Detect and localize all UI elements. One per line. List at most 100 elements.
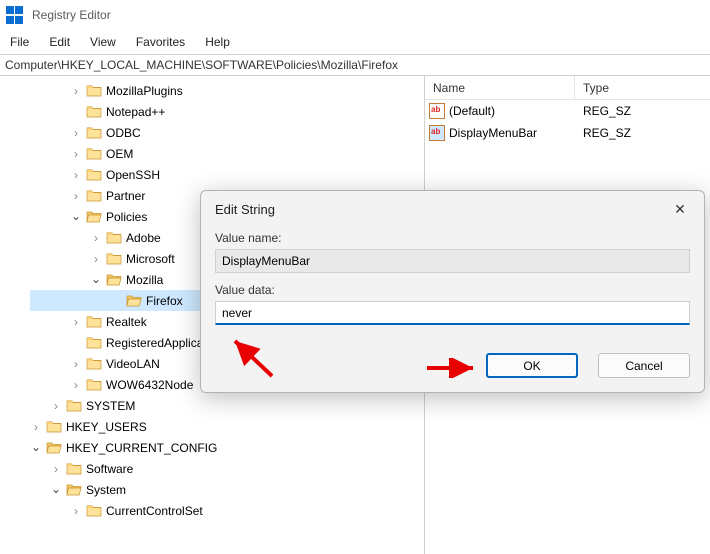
folder-icon	[66, 482, 82, 498]
tree-node-label: OEM	[106, 147, 133, 161]
tree-node-label: WOW6432Node	[106, 378, 193, 392]
folder-icon	[106, 251, 122, 267]
expand-icon[interactable]	[70, 190, 82, 202]
tree-node-label: Adobe	[126, 231, 161, 245]
list-rows: (Default)REG_SZDisplayMenuBarREG_SZ	[425, 100, 710, 144]
expand-icon[interactable]	[30, 421, 42, 433]
tree-node-label: SYSTEM	[86, 399, 135, 413]
tree-node-label: OpenSSH	[106, 168, 160, 182]
tree-node-odbc[interactable]: ODBC	[30, 122, 424, 143]
expand-icon[interactable]	[70, 316, 82, 328]
folder-icon	[106, 230, 122, 246]
col-type[interactable]: Type	[575, 81, 710, 95]
expand-icon[interactable]	[70, 358, 82, 370]
expand-icon[interactable]	[50, 400, 62, 412]
tree-node-label: CurrentControlSet	[106, 504, 203, 518]
address-text: Computer\HKEY_LOCAL_MACHINE\SOFTWARE\Pol…	[5, 58, 398, 72]
dialog-titlebar: Edit String ✕	[201, 191, 704, 227]
app-title: Registry Editor	[32, 8, 111, 22]
menu-edit[interactable]: Edit	[49, 35, 70, 49]
expand-icon[interactable]	[70, 148, 82, 160]
tree-node-label: Mozilla	[126, 273, 163, 287]
value-name-field: DisplayMenuBar	[215, 249, 690, 273]
menu-view[interactable]: View	[90, 35, 116, 49]
tree-node-label: HKEY_USERS	[66, 420, 147, 434]
tree-node-mozillaplugins[interactable]: MozillaPlugins	[30, 80, 424, 101]
folder-icon	[126, 293, 142, 309]
tree-node-label: Partner	[106, 189, 145, 203]
dialog-body: Value name: DisplayMenuBar Value data: n…	[201, 227, 704, 353]
folder-icon	[86, 146, 102, 162]
folder-icon	[86, 356, 102, 372]
menu-favorites[interactable]: Favorites	[136, 35, 185, 49]
tree-node-label: ODBC	[106, 126, 141, 140]
menu-help[interactable]: Help	[205, 35, 230, 49]
expand-icon	[70, 337, 82, 349]
value-data-field[interactable]: never	[215, 301, 690, 325]
folder-icon	[86, 335, 102, 351]
expand-icon[interactable]	[70, 169, 82, 181]
cancel-button[interactable]: Cancel	[598, 353, 690, 378]
col-name[interactable]: Name	[425, 76, 575, 99]
list-row[interactable]: (Default) REG_SZ	[425, 100, 710, 122]
tree-node-hkey-users[interactable]: HKEY_USERS	[30, 416, 424, 437]
expand-icon[interactable]	[90, 253, 102, 265]
expand-icon[interactable]	[70, 211, 82, 223]
titlebar: Registry Editor	[0, 0, 710, 30]
close-icon[interactable]: ✕	[670, 199, 690, 219]
value-name-text: DisplayMenuBar	[222, 254, 310, 268]
tree-node-label: Microsoft	[126, 252, 175, 266]
expand-icon[interactable]	[30, 442, 42, 454]
expand-icon[interactable]	[90, 274, 102, 286]
tree-node-label: MozillaPlugins	[106, 84, 183, 98]
menubar: File Edit View Favorites Help	[0, 30, 710, 54]
folder-icon	[86, 167, 102, 183]
tree-node-currentcontrolset[interactable]: CurrentControlSet	[30, 500, 424, 521]
dialog-title-text: Edit String	[215, 202, 275, 217]
tree-node-label: HKEY_CURRENT_CONFIG	[66, 441, 217, 455]
value-data-label: Value data:	[215, 283, 690, 297]
expand-icon	[110, 295, 122, 307]
ok-button[interactable]: OK	[486, 353, 578, 378]
menu-file[interactable]: File	[10, 35, 29, 49]
expand-icon	[70, 106, 82, 118]
tree-node-label: System	[86, 483, 126, 497]
address-bar[interactable]: Computer\HKEY_LOCAL_MACHINE\SOFTWARE\Pol…	[0, 54, 710, 76]
expand-icon[interactable]	[70, 127, 82, 139]
value-type: REG_SZ	[575, 104, 710, 118]
tree-node-system[interactable]: SYSTEM	[30, 395, 424, 416]
value-type: REG_SZ	[575, 126, 710, 140]
regedit-icon	[6, 6, 24, 24]
folder-icon	[86, 209, 102, 225]
value-name: (Default)	[449, 104, 495, 118]
edit-string-dialog: Edit String ✕ Value name: DisplayMenuBar…	[200, 190, 705, 393]
folder-icon	[86, 188, 102, 204]
reg-string-icon	[429, 125, 445, 141]
expand-icon[interactable]	[50, 463, 62, 475]
list-header: Name Type	[425, 76, 710, 100]
folder-icon	[86, 83, 102, 99]
expand-icon[interactable]	[70, 379, 82, 391]
tree-node-notepad-[interactable]: Notepad++	[30, 101, 424, 122]
tree-node-hkey-current-config[interactable]: HKEY_CURRENT_CONFIG	[30, 437, 424, 458]
folder-icon	[66, 461, 82, 477]
folder-icon	[46, 419, 62, 435]
dialog-buttons: OK Cancel	[201, 353, 704, 392]
folder-icon	[86, 125, 102, 141]
folder-icon	[86, 377, 102, 393]
expand-icon[interactable]	[90, 232, 102, 244]
tree-node-software[interactable]: Software	[30, 458, 424, 479]
folder-icon	[46, 440, 62, 456]
tree-node-label: Software	[86, 462, 133, 476]
folder-icon	[86, 314, 102, 330]
list-row[interactable]: DisplayMenuBarREG_SZ	[425, 122, 710, 144]
tree-node-openssh[interactable]: OpenSSH	[30, 164, 424, 185]
folder-icon	[86, 503, 102, 519]
tree-node-system[interactable]: System	[30, 479, 424, 500]
tree-node-oem[interactable]: OEM	[30, 143, 424, 164]
value-name-label: Value name:	[215, 231, 690, 245]
expand-icon[interactable]	[50, 484, 62, 496]
expand-icon[interactable]	[70, 505, 82, 517]
expand-icon[interactable]	[70, 85, 82, 97]
reg-string-icon	[429, 103, 445, 119]
